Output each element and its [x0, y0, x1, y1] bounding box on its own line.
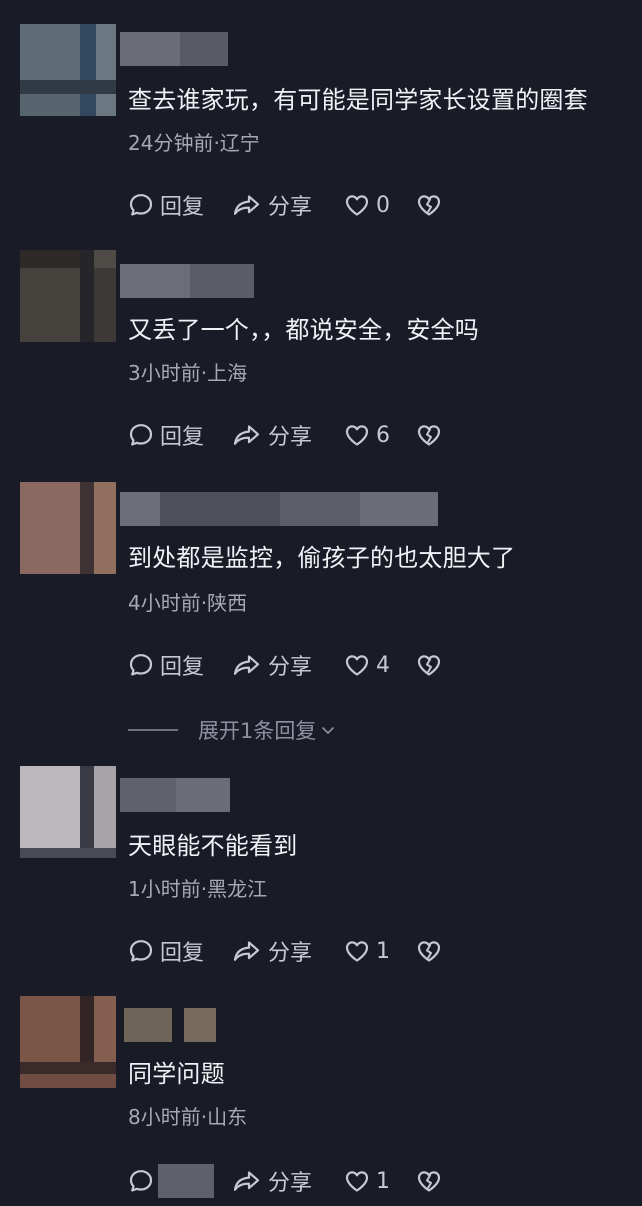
chevron-down-icon: [320, 722, 336, 738]
share-arrow-icon: [232, 1168, 262, 1194]
comment-text: 查去谁家玩，有可能是同学家长设置的圈套: [128, 86, 588, 114]
share-label: 分享: [268, 1171, 313, 1196]
comment-actions: 回复 分享 4: [128, 648, 528, 682]
share-arrow-icon: [232, 422, 262, 448]
divider-line: [128, 729, 178, 731]
reply-button[interactable]: 回复: [128, 934, 204, 968]
like-count: 0: [376, 192, 390, 218]
comment-text: 天眼能不能看到: [128, 832, 298, 860]
comment-actions: 回复 分享 1: [128, 934, 528, 968]
comment-actions: 分享 1: [128, 1164, 528, 1198]
like-button[interactable]: 4: [344, 648, 390, 682]
speech-bubble-icon: [128, 938, 154, 964]
reply-label: 回复: [160, 941, 205, 966]
dislike-button[interactable]: [416, 1164, 442, 1198]
like-button[interactable]: 0: [344, 188, 390, 222]
dislike-button[interactable]: [416, 418, 442, 452]
comment-text: 同学问题: [128, 1060, 225, 1088]
speech-bubble-icon: [128, 1168, 154, 1194]
username-blurred[interactable]: [120, 264, 254, 298]
comment-meta: 8小时前·山东: [128, 1105, 248, 1129]
reply-label-blurred: [158, 1164, 214, 1198]
avatar[interactable]: [20, 24, 116, 116]
comment-meta: 3小时前·上海: [128, 361, 248, 385]
comment-text: 到处都是监控，偷孩子的也太胆大了: [128, 544, 516, 572]
avatar[interactable]: [20, 250, 116, 342]
dislike-button[interactable]: [416, 934, 442, 968]
comment-actions: 回复 分享 0: [128, 188, 528, 222]
username-blurred[interactable]: [120, 32, 228, 66]
like-button[interactable]: 1: [344, 1164, 390, 1198]
broken-heart-icon: [416, 653, 442, 677]
comment-meta: 1小时前·黑龙江: [128, 877, 268, 901]
reply-button[interactable]: [128, 1164, 154, 1198]
username-blurred[interactable]: [120, 492, 438, 526]
share-label: 分享: [268, 941, 313, 966]
heart-icon: [344, 653, 370, 677]
broken-heart-icon: [416, 193, 442, 217]
share-button[interactable]: 分享: [232, 418, 312, 452]
heart-icon: [344, 423, 370, 447]
avatar[interactable]: [20, 766, 116, 858]
share-label: 分享: [268, 655, 313, 680]
speech-bubble-icon: [128, 422, 154, 448]
share-button[interactable]: 分享: [232, 934, 312, 968]
expand-replies-label: 展开1条回复: [198, 719, 317, 743]
comment-meta: 4小时前·陕西: [128, 591, 248, 615]
like-count: 4: [376, 652, 390, 678]
share-button[interactable]: 分享: [232, 188, 312, 222]
share-button[interactable]: 分享: [232, 1164, 312, 1198]
avatar[interactable]: [20, 996, 116, 1088]
expand-replies-button[interactable]: 展开1条回复: [128, 714, 336, 746]
reply-label: 回复: [160, 425, 205, 450]
comment-actions: 回复 分享 6: [128, 418, 528, 452]
comment-text: 又丢了一个，，都说安全，安全吗: [128, 316, 479, 344]
broken-heart-icon: [416, 423, 442, 447]
like-button[interactable]: 1: [344, 934, 390, 968]
username-blurred[interactable]: [120, 778, 230, 812]
share-label: 分享: [268, 425, 313, 450]
dislike-button[interactable]: [416, 188, 442, 222]
share-arrow-icon: [232, 652, 262, 678]
like-count: 1: [376, 1168, 390, 1194]
broken-heart-icon: [416, 1169, 442, 1193]
comment-meta: 24分钟前·辽宁: [128, 131, 260, 155]
share-label: 分享: [268, 195, 313, 220]
heart-icon: [344, 1169, 370, 1193]
broken-heart-icon: [416, 939, 442, 963]
share-arrow-icon: [232, 938, 262, 964]
heart-icon: [344, 939, 370, 963]
username-blurred[interactable]: [124, 1008, 220, 1042]
reply-label: 回复: [160, 655, 205, 680]
like-count: 1: [376, 938, 390, 964]
reply-button[interactable]: 回复: [128, 188, 204, 222]
share-button[interactable]: 分享: [232, 648, 312, 682]
like-button[interactable]: 6: [344, 418, 390, 452]
speech-bubble-icon: [128, 652, 154, 678]
reply-label: 回复: [160, 195, 205, 220]
reply-button[interactable]: 回复: [128, 418, 204, 452]
share-arrow-icon: [232, 192, 262, 218]
reply-button[interactable]: 回复: [128, 648, 204, 682]
like-count: 6: [376, 422, 390, 448]
dislike-button[interactable]: [416, 648, 442, 682]
avatar[interactable]: [20, 482, 116, 574]
speech-bubble-icon: [128, 192, 154, 218]
heart-icon: [344, 193, 370, 217]
